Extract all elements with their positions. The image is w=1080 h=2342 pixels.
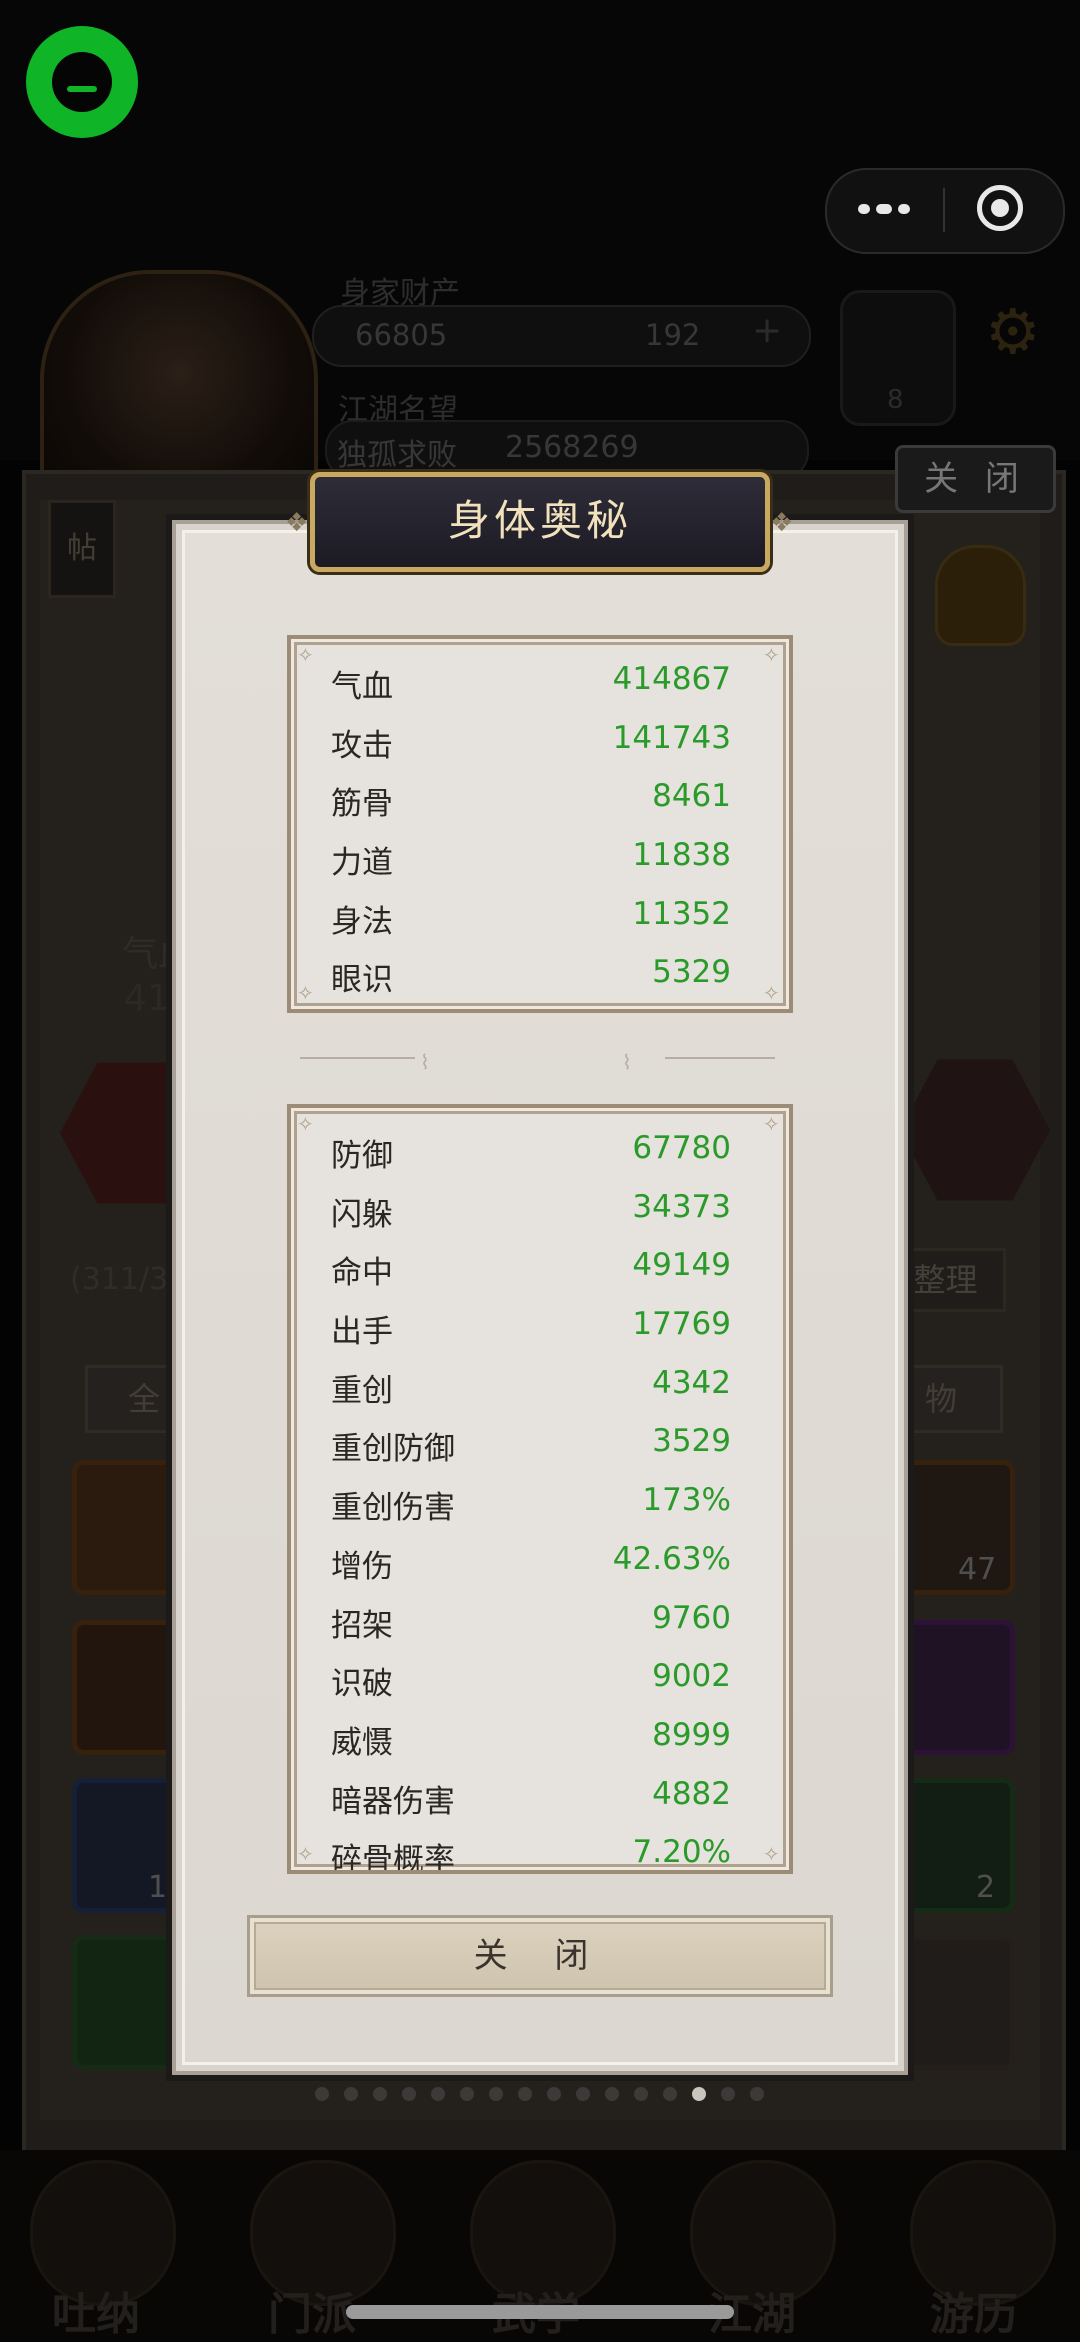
stat-row: 识破 9002 [331,1646,731,1705]
page-dot [344,2087,358,2101]
page-dot [460,2087,474,2101]
stat-name: 闪躲 [331,1196,393,1233]
corner-ornament-icon: ✧ [763,1112,780,1136]
stat-row: 眼识 5329 [331,942,731,1001]
corner-ornament-icon: ✧ [297,1112,314,1136]
stat-value: 9002 [652,1658,731,1695]
stat-name: 出手 [331,1314,393,1351]
primary-stats-list: 气血 414867 攻击 141743 筋骨 8461 力道 11838 身法 11352 眼识 53… [331,649,731,1001]
stat-name: 暗器伤害 [331,1783,455,1820]
stat-row: 增伤 42.63% [331,1529,731,1588]
title-ornament-left-icon: ❖ [285,508,309,538]
stat-name: 招架 [331,1607,393,1644]
stat-name: 气血 [331,669,393,705]
stat-value: 173% [642,1482,731,1519]
stat-row: 重创防御 3529 [331,1411,731,1470]
stat-row: 重创伤害 173% [331,1470,731,1529]
stat-value: 141743 [612,719,731,756]
stat-name: 威慑 [331,1724,393,1761]
stat-row: 出手 17769 [331,1294,731,1353]
page-dot [634,2087,648,2101]
stat-name: 增伤 [331,1548,393,1585]
close-button[interactable]: 关 闭 [247,1915,833,1997]
stat-row: 暗器伤害 4882 [331,1764,731,1823]
page-dot [518,2087,532,2101]
stat-name: 重创 [331,1372,393,1409]
stat-value: 67780 [632,1130,731,1166]
stat-value: 11352 [632,895,731,932]
stat-value: 8999 [652,1716,731,1753]
panel-close-button[interactable]: 关 闭 [895,445,1056,513]
corner-ornament-icon: ✧ [763,643,780,667]
stat-row: 攻击 141743 [331,708,731,767]
capsule-divider [943,188,945,232]
stat-name: 命中 [331,1255,393,1292]
stat-row: 气血 414867 [331,649,731,708]
page-dot [489,2087,503,2101]
chat-bubble-icon[interactable] [26,26,138,138]
stat-value: 17769 [632,1306,731,1343]
page-dot [547,2087,561,2101]
stat-name: 力道 [331,845,393,882]
stat-row: 身法 11352 [331,884,731,943]
stat-value: 42.63% [612,1540,731,1577]
page-dot [750,2087,764,2101]
corner-ornament-icon: ✧ [763,1842,780,1866]
home-indicator[interactable] [346,2305,734,2319]
title-ornament-right-icon: ❖ [770,508,794,538]
primary-stats-box: ✧ ✧ ✧ ✧ 气血 414867 攻击 141743 筋骨 8461 力道 11838 身法 1… [287,635,793,1013]
stat-name: 筋骨 [331,786,393,823]
stat-row: 防御 67780 [331,1118,731,1177]
page-dot [402,2087,416,2101]
stat-name: 身法 [331,903,393,940]
corner-ornament-icon: ✧ [763,981,780,1005]
page-dot [721,2087,735,2101]
stat-row: 招架 9760 [331,1588,731,1647]
corner-ornament-icon: ✧ [297,981,314,1005]
modal-title: 身体奥秘 [310,472,770,572]
page-dot [692,2087,706,2101]
stat-value: 11838 [632,837,731,874]
stat-value: 414867 [612,661,731,697]
stat-row: 命中 49149 [331,1235,731,1294]
page-dot [663,2087,677,2101]
page-dot [373,2087,387,2101]
corner-ornament-icon: ✧ [297,1842,314,1866]
divider-ornament-icon: ⌇ [622,1050,632,1074]
page-dot [431,2087,445,2101]
stat-value: 3529 [652,1423,731,1460]
stat-value: 9760 [652,1599,731,1636]
secondary-stats-list: 防御 67780 闪躲 34373 命中 49149 出手 17769 重创 4342 重创防御 35… [331,1118,731,1874]
stat-row: 闪躲 34373 [331,1177,731,1236]
stat-row: 筋骨 8461 [331,766,731,825]
stat-value: 5329 [652,954,731,991]
stat-value: 34373 [632,1188,731,1225]
stat-name: 识破 [331,1666,393,1703]
stat-value: 8461 [652,778,731,815]
target-icon[interactable] [977,185,1023,231]
stat-row: 力道 11838 [331,825,731,884]
page-dot [605,2087,619,2101]
stat-row: 碎骨概率 7.20% [331,1822,731,1874]
stat-value: 49149 [632,1247,731,1284]
stat-name: 碎骨概率 [331,1842,455,1874]
stat-name: 攻击 [331,727,393,764]
divider-ornament-icon: ⌇ [420,1050,430,1074]
stat-value: 4342 [652,1364,731,1401]
corner-ornament-icon: ✧ [297,643,314,667]
stat-name: 重创伤害 [331,1490,455,1527]
stat-value: 7.20% [632,1834,731,1871]
stat-row: 威慑 8999 [331,1705,731,1764]
stat-name: 眼识 [331,962,393,999]
secondary-stats-box[interactable]: ✧ ✧ ✧ ✧ 防御 67780 闪躲 34373 命中 49149 出手 17769 重创 43… [287,1104,793,1874]
divider-line [300,1057,415,1059]
stat-value: 4882 [652,1775,731,1812]
page-dot [576,2087,590,2101]
stat-name: 防御 [331,1138,393,1174]
page-dot [315,2087,329,2101]
stat-name: 重创防御 [331,1431,455,1468]
divider-line [665,1057,775,1059]
more-dots-icon[interactable] [856,180,920,236]
stat-row: 重创 4342 [331,1353,731,1412]
